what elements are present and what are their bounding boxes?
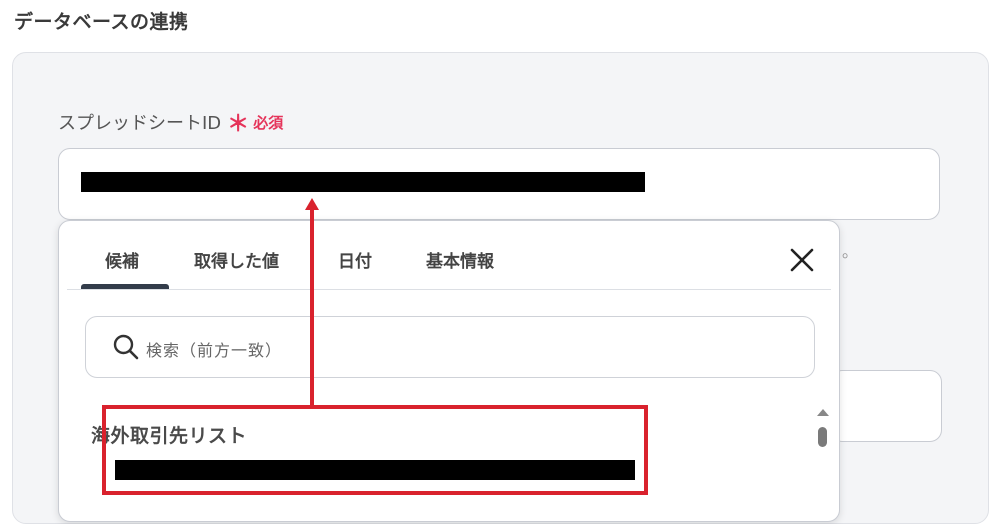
field-label: スプレッドシートID ＊ 必須 bbox=[58, 106, 283, 138]
tab-retrieved-values[interactable]: 取得した値 bbox=[194, 247, 279, 272]
background-text-fragment: 。 bbox=[842, 242, 859, 261]
annotation-arrow-line bbox=[310, 208, 314, 406]
close-icon bbox=[790, 248, 814, 272]
search-icon bbox=[113, 334, 139, 360]
popup-tabs: 候補 取得した値 日付 基本情報 bbox=[59, 221, 839, 291]
spreadsheet-id-input[interactable] bbox=[58, 148, 940, 220]
tab-candidates[interactable]: 候補 bbox=[105, 247, 139, 272]
scrollbar-thumb[interactable] bbox=[818, 427, 827, 447]
search-input[interactable]: 検索（前方一致） bbox=[85, 316, 815, 378]
field-label-text: スプレッドシートID bbox=[58, 113, 222, 134]
tab-basic-info[interactable]: 基本情報 bbox=[426, 247, 494, 272]
search-placeholder: 検索（前方一致） bbox=[146, 341, 283, 360]
required-badge: 必須 bbox=[253, 113, 284, 132]
required-asterisk-icon: ＊ bbox=[227, 112, 250, 137]
scroll-up-arrow-icon[interactable] bbox=[817, 409, 829, 416]
background-input[interactable] bbox=[830, 370, 942, 442]
annotation-highlight-box bbox=[102, 405, 648, 495]
tab-date[interactable]: 日付 bbox=[338, 247, 372, 272]
section-title: データベースの連携 bbox=[14, 11, 189, 33]
redacted-value bbox=[81, 172, 645, 192]
close-button[interactable] bbox=[787, 245, 817, 275]
tabs-divider bbox=[67, 289, 831, 290]
annotation-arrow-head-icon bbox=[305, 198, 319, 210]
